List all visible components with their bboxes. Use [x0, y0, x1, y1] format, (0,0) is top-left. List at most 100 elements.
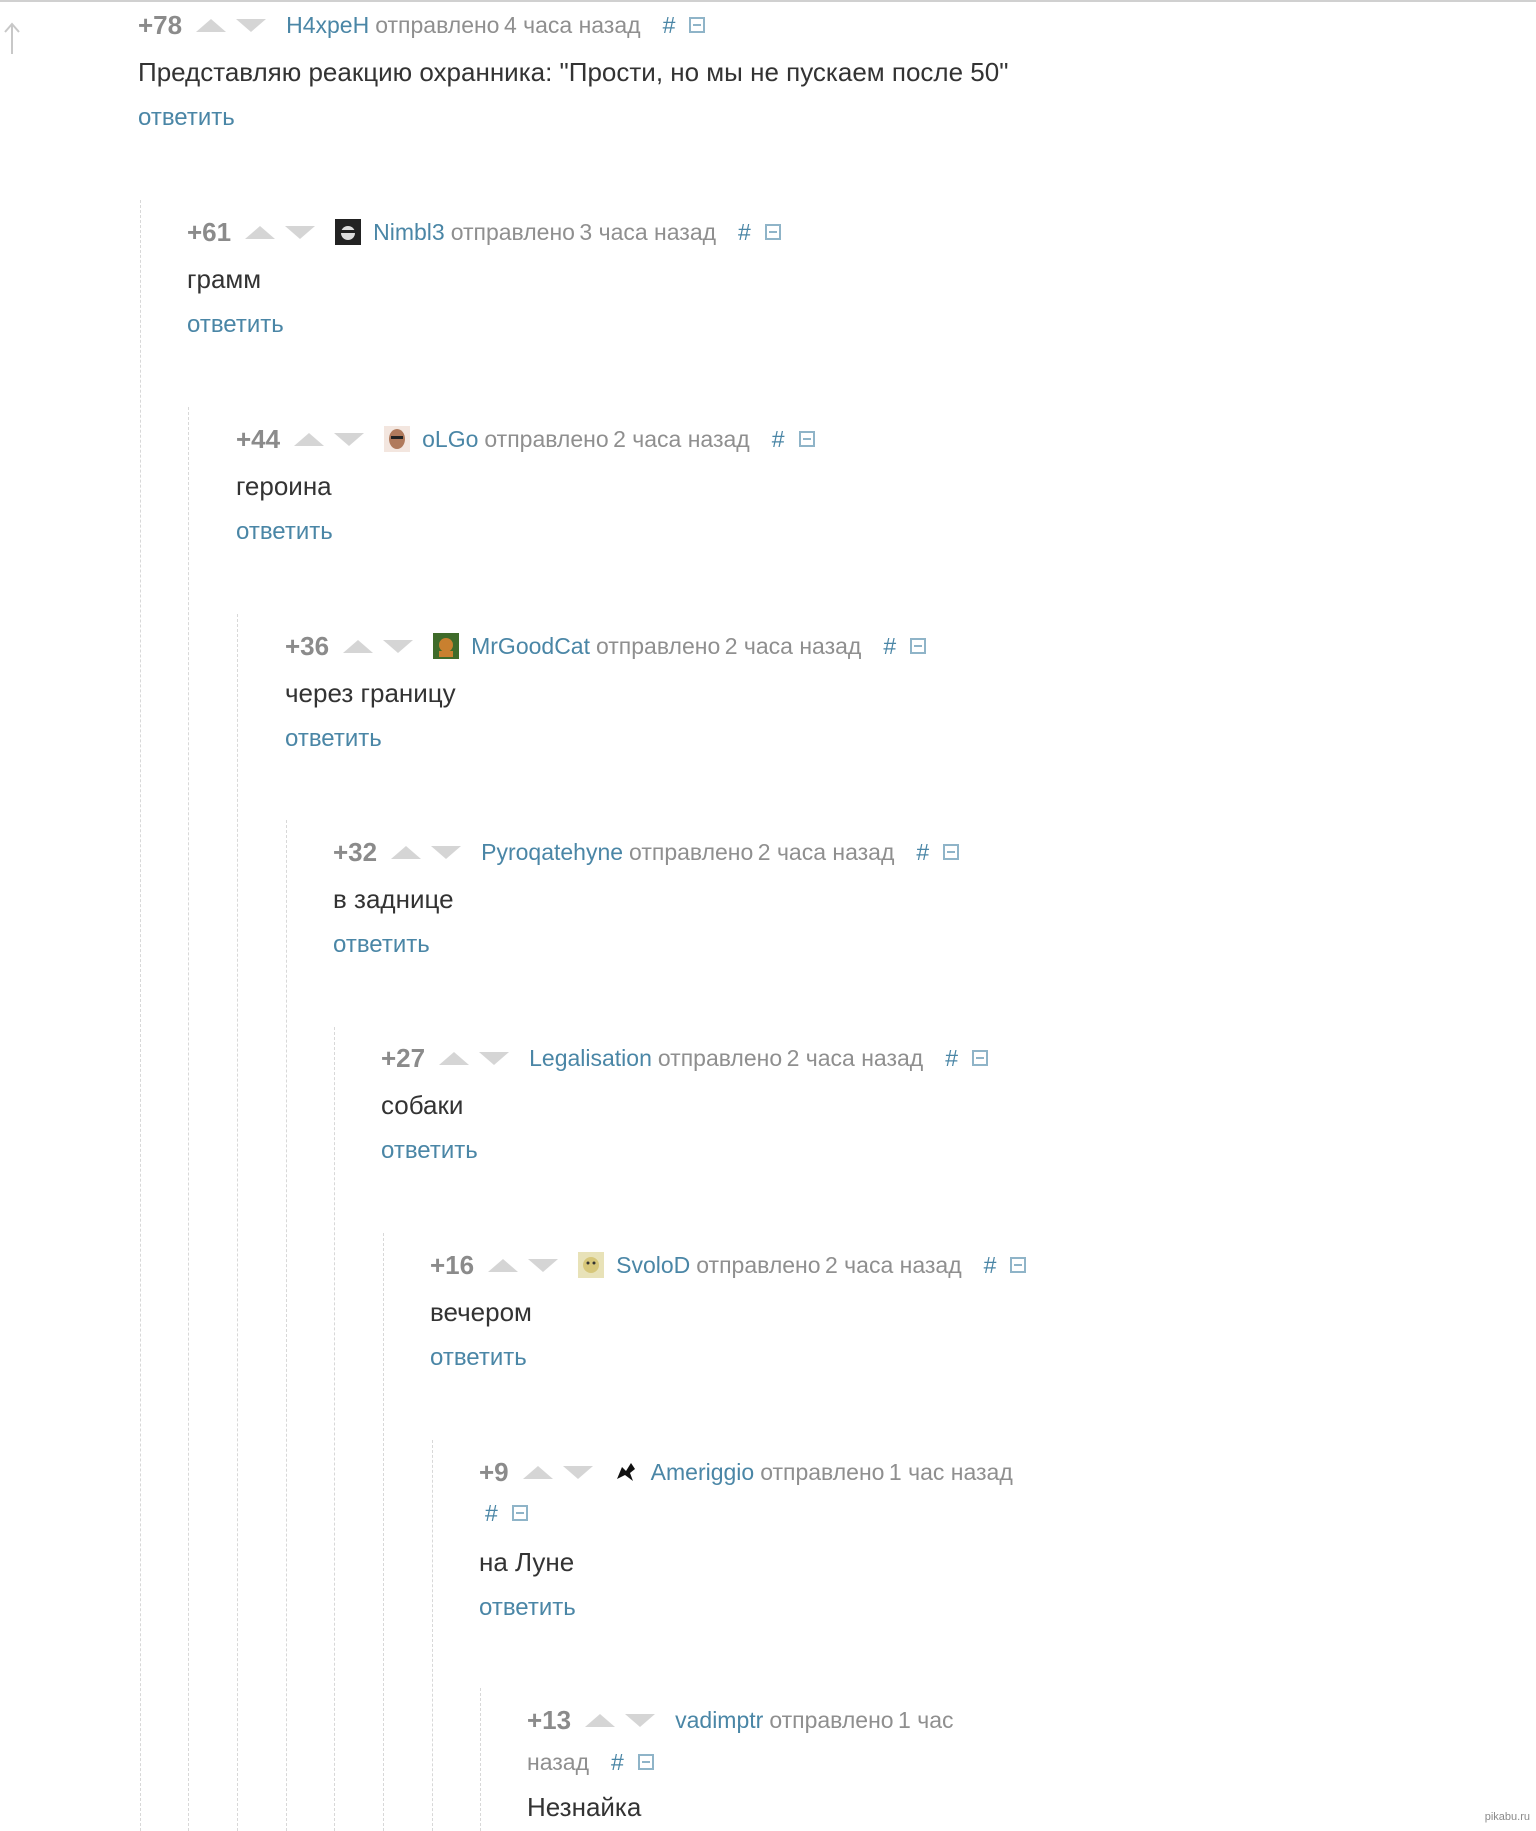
comment-time: 2 часа назад	[786, 1044, 924, 1071]
comment-sent-label: отправлено	[760, 1458, 885, 1485]
comment-meta: +9 Ameriggio отправлено 1 час назад	[479, 1457, 1013, 1487]
comment-author[interactable]: H4xpeH	[286, 12, 369, 39]
comment-author[interactable]: SvoloD	[616, 1252, 690, 1279]
comment-text: Незнайка	[527, 1792, 642, 1822]
vote-up-icon[interactable]	[294, 432, 325, 446]
comment-time: 3 часа назад	[579, 218, 717, 245]
vote-up-icon[interactable]	[343, 639, 374, 653]
comment-sent-label: отправлено	[484, 425, 609, 452]
comment-time: 2 часа назад	[757, 838, 895, 865]
scroll-up-arrow-icon[interactable]	[2, 20, 22, 56]
thread-line-7	[432, 1440, 433, 1831]
collapse-icon[interactable]	[1010, 1257, 1027, 1273]
avatar[interactable]	[578, 1252, 605, 1278]
comment-sent-label: отправлено	[657, 1044, 783, 1071]
reply-link[interactable]: ответить	[285, 725, 382, 753]
comment-sent-label: отправлено	[769, 1706, 894, 1733]
reply-link[interactable]: ответить	[187, 311, 284, 339]
vote-down-icon[interactable]	[285, 225, 316, 239]
comment-rating: +27	[381, 1042, 426, 1073]
comment-meta: +78 H4xpeH отправлено 4 часа назад #	[138, 9, 706, 40]
permalink-link[interactable]: #	[984, 1252, 997, 1279]
comment-author[interactable]: Ameriggio	[651, 1459, 755, 1486]
thread-line-5	[334, 1027, 335, 1831]
thread-line-4	[286, 820, 287, 1831]
comment-rating: +44	[236, 423, 281, 454]
comment-meta: +32 Pyroqatehyne отправлено 2 часа назад…	[333, 836, 960, 867]
vote-down-icon[interactable]	[479, 1051, 510, 1065]
vote-up-icon[interactable]	[585, 1713, 616, 1727]
avatar[interactable]	[335, 219, 362, 245]
reply-link[interactable]: ответить	[381, 1137, 478, 1165]
reply-link[interactable]: ответить	[430, 1344, 527, 1372]
avatar[interactable]	[433, 633, 460, 659]
vote-down-icon[interactable]	[528, 1258, 559, 1272]
comment-author[interactable]: vadimptr	[675, 1707, 763, 1734]
comment-author[interactable]: Nimbl3	[373, 219, 445, 246]
avatar[interactable]	[612, 1459, 639, 1485]
vote-up-icon[interactable]	[245, 225, 276, 239]
reply-link[interactable]: ответить	[236, 518, 333, 546]
vote-down-icon[interactable]	[236, 18, 267, 32]
collapse-icon[interactable]	[798, 431, 815, 447]
comment-text: собаки	[381, 1090, 464, 1120]
comment-sent-label: отправлено	[450, 218, 575, 245]
thread-line-8	[480, 1688, 481, 1831]
comment-sent-label: отправлено	[629, 838, 754, 865]
comment-meta: +27 Legalisation отправлено 2 часа назад…	[381, 1042, 989, 1073]
comment-rating: +61	[187, 216, 232, 247]
comment-meta: +36 MrGoodCat отправлено 2 часа назад #	[285, 631, 927, 661]
vote-up-icon[interactable]	[488, 1258, 519, 1272]
comment-time: 1 час	[898, 1706, 954, 1733]
comment-text: вечером	[430, 1297, 532, 1327]
thread-line-2	[188, 407, 189, 1831]
vote-up-icon[interactable]	[439, 1051, 470, 1065]
comment-meta: +13 vadimptr отправлено 1 час	[527, 1705, 954, 1735]
reply-link[interactable]: ответить	[479, 1594, 576, 1622]
reply-link[interactable]: ответить	[333, 931, 430, 959]
comment-sent-label: отправлено	[696, 1251, 821, 1278]
collapse-icon[interactable]	[910, 638, 927, 654]
comment-time: 2 часа назад	[824, 1251, 962, 1278]
collapse-icon[interactable]	[511, 1505, 528, 1521]
permalink-link[interactable]: #	[663, 12, 676, 39]
thread-line-1	[140, 200, 141, 1831]
thread-line-6	[383, 1233, 384, 1831]
reply-link[interactable]: ответить	[138, 104, 235, 132]
comment-rating: +32	[333, 836, 378, 867]
comment-rating: +78	[138, 9, 183, 40]
vote-down-icon[interactable]	[625, 1713, 656, 1727]
comment-text: грамм	[187, 264, 262, 294]
permalink-link[interactable]: #	[772, 426, 785, 453]
vote-down-icon[interactable]	[431, 845, 462, 859]
comment-time: 1 час назад	[888, 1458, 1013, 1485]
comment-author[interactable]: Pyroqatehyne	[481, 839, 623, 866]
comment-time: 2 часа назад	[613, 425, 750, 452]
vote-down-icon[interactable]	[383, 639, 414, 653]
permalink-link[interactable]: #	[916, 839, 929, 866]
comment-text: на Луне	[479, 1547, 575, 1577]
collapse-icon[interactable]	[764, 224, 781, 240]
vote-up-icon[interactable]	[196, 18, 227, 32]
vote-up-icon[interactable]	[522, 1465, 553, 1479]
permalink-link[interactable]: #	[611, 1749, 624, 1776]
comment-author[interactable]: Legalisation	[529, 1045, 652, 1072]
vote-down-icon[interactable]	[334, 432, 365, 446]
comment-rating: +16	[430, 1249, 475, 1280]
vote-down-icon[interactable]	[562, 1465, 593, 1479]
comment-author[interactable]: oLGo	[422, 426, 478, 453]
comment-time: 4 часа назад	[503, 11, 641, 38]
comment-author[interactable]: MrGoodCat	[471, 633, 590, 660]
vote-up-icon[interactable]	[391, 845, 422, 859]
permalink-link[interactable]: #	[738, 219, 751, 246]
collapse-icon[interactable]	[943, 844, 960, 860]
permalink-link[interactable]: #	[945, 1045, 958, 1072]
collapse-icon[interactable]	[689, 17, 706, 33]
permalink-link[interactable]: #	[485, 1500, 498, 1527]
avatar[interactable]	[384, 426, 411, 452]
collapse-icon[interactable]	[972, 1050, 989, 1066]
permalink-link[interactable]: #	[883, 633, 896, 660]
comment-sent-label: отправлено	[375, 11, 500, 38]
comment-time: 2 часа назад	[724, 632, 862, 659]
collapse-icon[interactable]	[637, 1754, 654, 1770]
